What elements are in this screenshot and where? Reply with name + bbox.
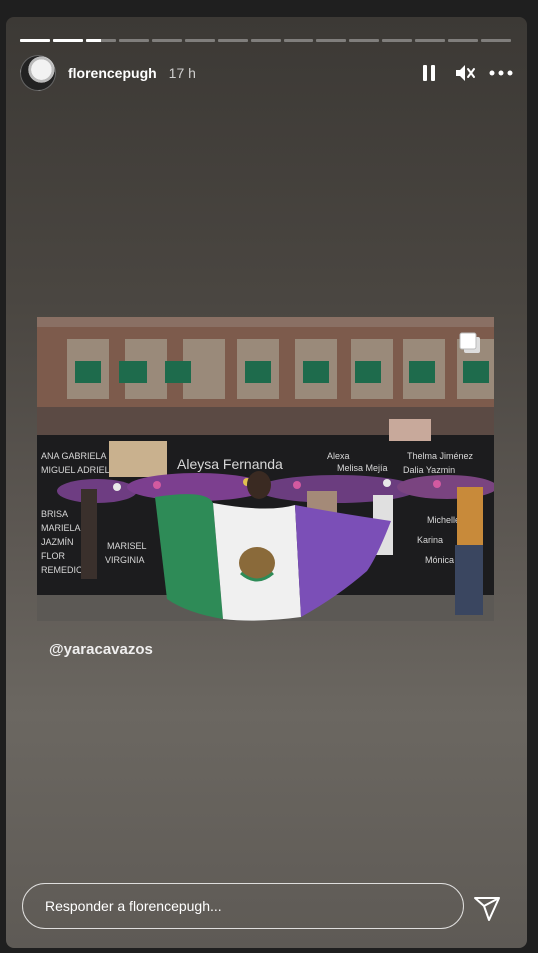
- pause-icon[interactable]: [417, 61, 441, 85]
- progress-segment: [283, 39, 314, 42]
- progress-segment-fill: [52, 39, 83, 42]
- story-viewer: florencepugh 17 h ANA GABRIELA MIGUEL AD…: [6, 17, 527, 948]
- progress-segment: [52, 39, 83, 42]
- svg-text:Mónica: Mónica: [425, 555, 454, 565]
- multiple-photos-icon: [458, 331, 482, 355]
- svg-text:BRISA: BRISA: [41, 509, 68, 519]
- send-paper-plane-icon[interactable]: [472, 893, 502, 923]
- progress-segment: [151, 39, 182, 42]
- svg-text:JAZMÍN: JAZMÍN: [41, 537, 74, 547]
- svg-text:VIRGINIA: VIRGINIA: [105, 555, 145, 565]
- reply-placeholder: Responder a florencepugh...: [45, 898, 222, 914]
- story-progress-bar: [20, 39, 512, 42]
- volume-muted-icon[interactable]: [453, 61, 477, 85]
- svg-text:ANA GABRIELA: ANA GABRIELA: [41, 451, 107, 461]
- svg-text:MARISEL: MARISEL: [107, 541, 147, 551]
- progress-segment: [316, 39, 347, 42]
- progress-segment: [349, 39, 380, 42]
- story-timestamp: 17 h: [168, 65, 196, 81]
- progress-segment: [118, 39, 149, 42]
- progress-segment-fill: [85, 39, 101, 42]
- story-header: florencepugh 17 h: [20, 55, 513, 91]
- progress-segment: [382, 39, 413, 42]
- story-photo: ANA GABRIELA MIGUEL ADRIEL Aleysa Fernand…: [37, 317, 494, 621]
- svg-text:MIGUEL ADRIEL: MIGUEL ADRIEL: [41, 465, 110, 475]
- svg-text:Aleysa Fernanda: Aleysa Fernanda: [177, 456, 283, 472]
- mention-tag[interactable]: @yaracavazos: [49, 641, 153, 658]
- username-link[interactable]: florencepugh: [68, 65, 157, 81]
- svg-text:Melisa Mejía: Melisa Mejía: [337, 463, 388, 473]
- progress-segment: [448, 39, 479, 42]
- svg-text:Michelle: Michelle: [427, 515, 460, 525]
- progress-segment-fill: [20, 39, 50, 42]
- progress-segment: [20, 39, 50, 42]
- progress-segment: [415, 39, 446, 42]
- progress-segment: [184, 39, 215, 42]
- svg-text:Karina: Karina: [417, 535, 443, 545]
- progress-segment: [481, 39, 512, 42]
- progress-segment: [85, 39, 116, 42]
- progress-segment: [217, 39, 248, 42]
- svg-text:Thelma Jiménez: Thelma Jiménez: [407, 451, 474, 461]
- svg-text:MARIELA: MARIELA: [41, 523, 81, 533]
- reply-input[interactable]: Responder a florencepugh...: [22, 883, 464, 929]
- progress-segment: [250, 39, 281, 42]
- svg-text:Alexa: Alexa: [327, 451, 350, 461]
- svg-text:Dalia Yazmin: Dalia Yazmin: [403, 465, 455, 475]
- svg-text:FLOR: FLOR: [41, 551, 66, 561]
- more-options-icon[interactable]: [489, 61, 513, 85]
- user-avatar[interactable]: [20, 55, 56, 91]
